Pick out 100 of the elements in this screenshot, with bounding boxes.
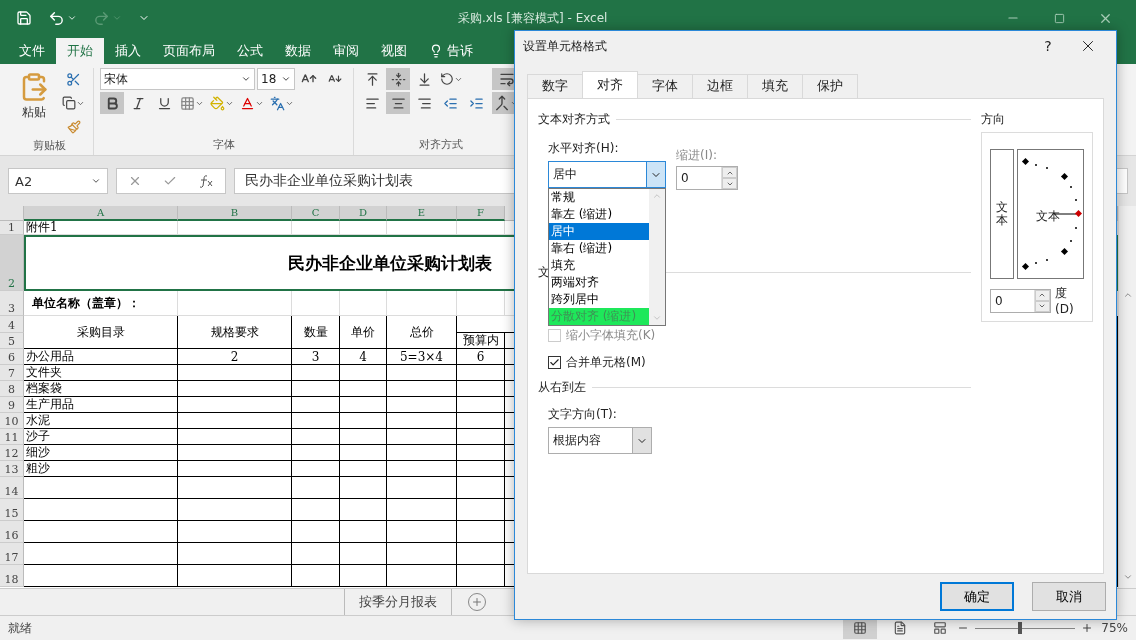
ribbon-tab[interactable]: 开始 — [56, 38, 104, 64]
ribbon-tab[interactable]: 页面布局 — [152, 38, 226, 64]
table-cell — [387, 565, 457, 587]
column-header[interactable]: E — [387, 206, 457, 221]
dialog-button[interactable]: 确定 — [940, 582, 1014, 611]
checkbox[interactable] — [548, 356, 561, 369]
row-header[interactable]: 6 — [0, 349, 24, 365]
list-scrollbar[interactable] — [649, 189, 665, 325]
help-button[interactable]: ? — [1028, 38, 1068, 54]
column-header[interactable]: C — [292, 206, 340, 221]
dialog-button[interactable]: 取消 — [1032, 582, 1106, 611]
row-header[interactable]: 13 — [0, 461, 24, 477]
ribbon-tab[interactable]: 数据 — [274, 38, 322, 64]
table-cell — [387, 429, 457, 445]
function-icon[interactable] — [198, 174, 215, 188]
column-header[interactable]: D — [340, 206, 387, 221]
row-header[interactable]: 17 — [0, 543, 24, 565]
group-label: 字体 — [211, 137, 236, 153]
redo-icon — [93, 9, 110, 27]
table-cell — [292, 543, 340, 565]
dropdown-option[interactable]: 跨列居中 — [549, 291, 649, 308]
table-cell: 4 — [340, 349, 387, 365]
row-header[interactable]: 2 — [0, 235, 24, 291]
dropdown-option[interactable]: 靠右 (缩进) — [549, 240, 649, 257]
zoom-level: 75% — [1101, 621, 1128, 635]
zoom-in-icon[interactable] — [1081, 622, 1094, 634]
orientation-dial[interactable]: 文本 — [1017, 149, 1084, 279]
align-center-icon[interactable] — [386, 92, 410, 114]
table-cell: 档案袋 — [24, 381, 178, 397]
phonetic-icon — [270, 95, 285, 111]
row-header[interactable]: 1 — [0, 221, 24, 235]
paste-button[interactable]: 粘贴 — [12, 68, 56, 138]
bold-icon[interactable] — [100, 92, 124, 114]
table-cell — [387, 461, 457, 477]
row-header[interactable]: 4 — [0, 316, 24, 333]
dropdown-option[interactable]: 居中 — [549, 223, 649, 240]
dialog-tab[interactable]: 数字 — [527, 74, 583, 98]
column-header-cell: 预算内 — [457, 333, 505, 349]
degrees-spinner[interactable]: 0 — [990, 288, 1051, 313]
name-box[interactable]: A2 — [8, 168, 108, 194]
table-cell — [340, 397, 387, 413]
vertical-text-box[interactable]: 文本 — [990, 149, 1015, 279]
text-direction-select[interactable]: 根据内容 — [548, 427, 652, 454]
ribbon-tab[interactable]: 插入 — [104, 38, 152, 64]
vertical-scrollbar[interactable] — [1118, 206, 1136, 588]
table-cell — [340, 445, 387, 461]
undo-icon — [48, 9, 65, 27]
group-label: 对齐方式 — [417, 137, 464, 153]
window-title: 采购.xls [兼容模式] - Excel — [458, 9, 609, 27]
enter-icon[interactable] — [163, 174, 177, 188]
indent-spinner[interactable]: 0 — [676, 166, 738, 190]
row-header[interactable]: 3 — [0, 291, 24, 316]
table-cell — [340, 413, 387, 429]
table-cell: 2 — [178, 349, 292, 365]
row-header[interactable]: 14 — [0, 477, 24, 499]
font-size-field[interactable]: 18 — [257, 68, 295, 90]
row-header[interactable]: 12 — [0, 445, 24, 461]
row-header[interactable]: 16 — [0, 521, 24, 543]
table-cell — [292, 565, 340, 587]
row-header[interactable]: 5 — [0, 333, 24, 349]
dropdown-option[interactable]: 两端对齐 — [549, 274, 649, 291]
row-header[interactable]: 10 — [0, 413, 24, 429]
column-header[interactable]: B — [178, 206, 292, 221]
row-header[interactable]: 15 — [0, 499, 24, 521]
dropdown-option[interactable]: 常规 — [549, 189, 649, 206]
field-label: 缩进(I): — [676, 147, 718, 164]
ribbon-tab[interactable]: 告诉 — [418, 38, 484, 64]
column-header[interactable]: A — [24, 206, 178, 221]
dialog-title: 设置单元格格式 — [523, 37, 608, 55]
ribbon-tab[interactable]: 公式 — [226, 38, 274, 64]
rotate-icon — [440, 72, 454, 86]
row-header[interactable]: 11 — [0, 429, 24, 445]
table-cell — [340, 381, 387, 397]
dialog-tab[interactable]: 保护 — [802, 74, 858, 98]
dropdown-option[interactable]: 靠左 (缩进) — [549, 206, 649, 223]
dropdown-option[interactable]: 填充 — [549, 257, 649, 274]
table-cell — [387, 521, 457, 543]
table-cell: 文件夹 — [24, 365, 178, 381]
table-cell — [292, 499, 340, 521]
group-label: 剪贴板 — [32, 138, 67, 154]
ribbon-tab[interactable]: 文件 — [8, 38, 56, 64]
row-header[interactable]: 8 — [0, 381, 24, 397]
table-cell: 5=3×4 — [387, 349, 457, 365]
column-header-cell: 采购目录 — [24, 316, 178, 349]
row-header[interactable]: 7 — [0, 365, 24, 381]
dialog-tab[interactable]: 对齐 — [582, 71, 638, 98]
font-name-field[interactable]: 宋体 — [100, 68, 255, 90]
lightbulb-icon — [429, 44, 443, 58]
row-header[interactable]: 18 — [0, 565, 24, 587]
table-cell — [387, 365, 457, 381]
table-cell — [340, 565, 387, 587]
column-header-cell: 规格要求 — [178, 316, 292, 349]
zoom-thumb[interactable] — [1018, 622, 1023, 634]
field-label: 文字方向(T): — [548, 407, 617, 421]
row-header[interactable]: 9 — [0, 397, 24, 413]
ribbon-tab[interactable]: 审阅 — [322, 38, 370, 64]
column-header[interactable]: F — [457, 206, 505, 221]
middle-align-icon[interactable] — [386, 68, 410, 90]
table-cell — [340, 477, 387, 499]
ribbon-tab[interactable]: 视图 — [370, 38, 418, 64]
